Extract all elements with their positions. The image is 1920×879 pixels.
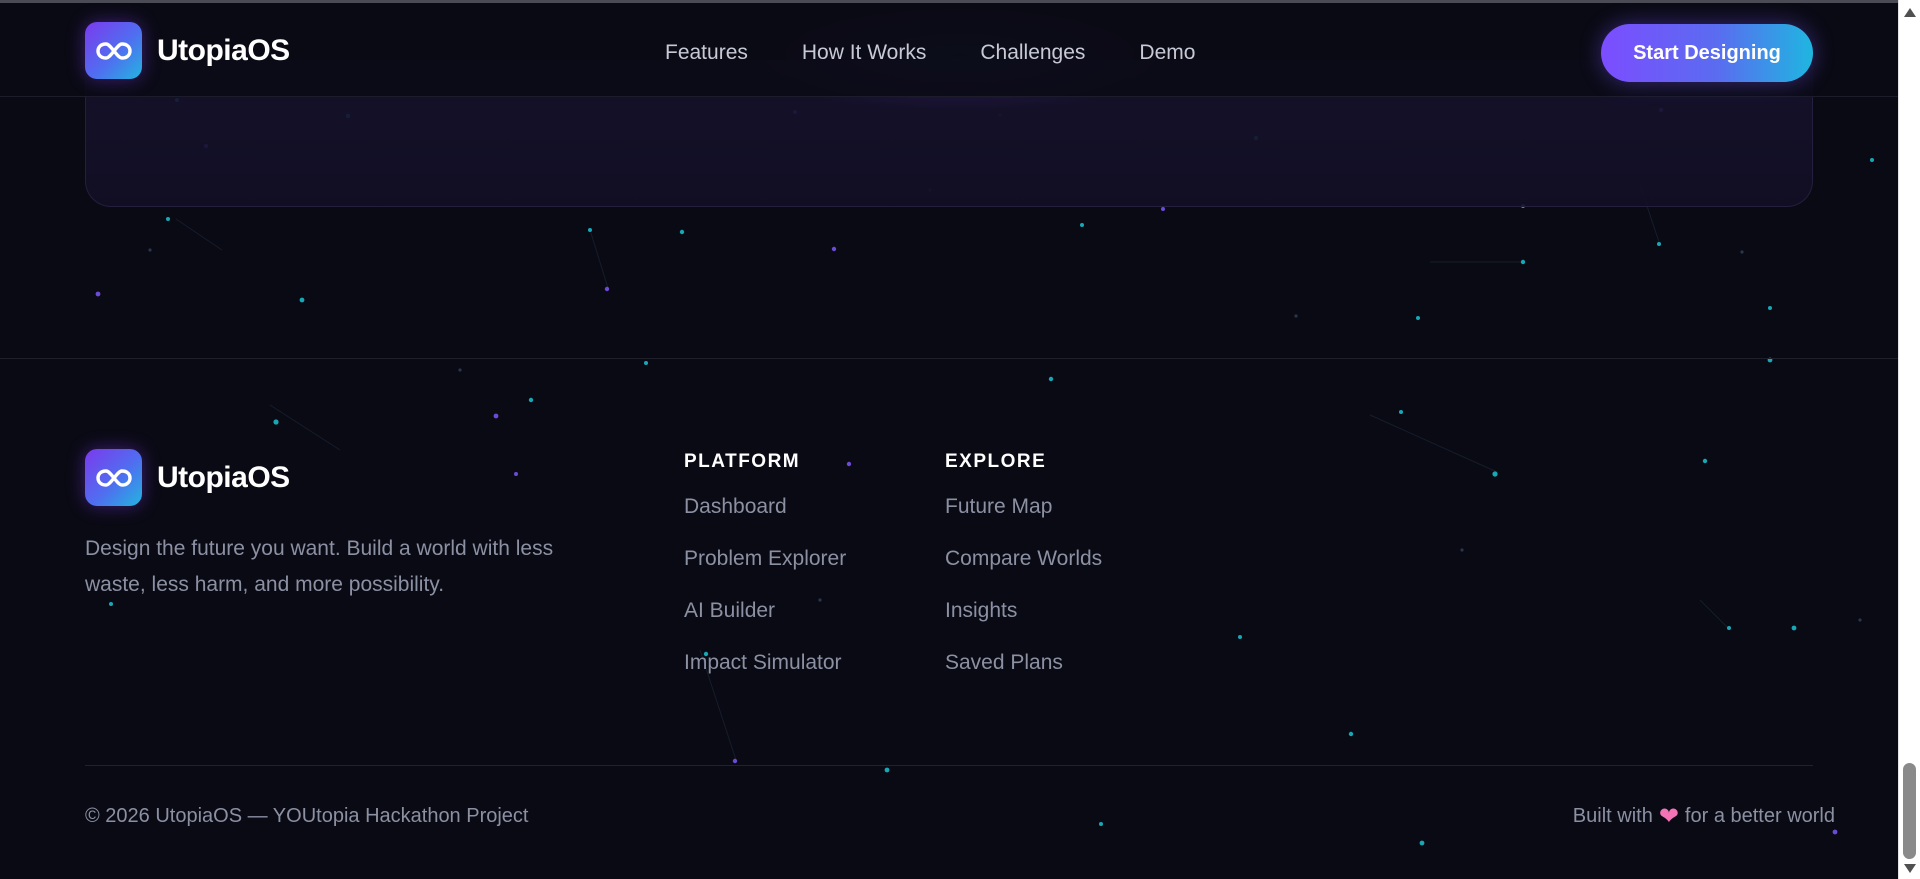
footer-brand[interactable]: UtopiaOS bbox=[85, 449, 290, 506]
scroll-up-arrow-icon[interactable] bbox=[1904, 8, 1916, 17]
footer-link-ai-builder[interactable]: AI Builder bbox=[684, 599, 775, 622]
nav-demo[interactable]: Demo bbox=[1139, 41, 1195, 65]
footer-link-problem-explorer[interactable]: Problem Explorer bbox=[684, 547, 846, 570]
footer-link-future-map[interactable]: Future Map bbox=[945, 495, 1052, 518]
top-navigation-bar: UtopiaOS Features How It Works Challenge… bbox=[0, 3, 1898, 97]
nav-challenges[interactable]: Challenges bbox=[980, 41, 1085, 65]
footer-brand-name: UtopiaOS bbox=[157, 460, 290, 494]
header-brand[interactable]: UtopiaOS bbox=[85, 22, 290, 79]
built-with-suffix: for a better world bbox=[1684, 805, 1835, 827]
vertical-scrollbar[interactable] bbox=[1898, 0, 1920, 879]
footer-link-impact-simulator[interactable]: Impact Simulator bbox=[684, 651, 842, 674]
main-nav: Features How It Works Challenges Demo bbox=[665, 41, 1195, 65]
infinity-icon bbox=[85, 22, 142, 79]
footer-link-insights[interactable]: Insights bbox=[945, 599, 1017, 622]
built-with-prefix: Built with bbox=[1572, 805, 1653, 827]
footer-divider bbox=[85, 765, 1813, 766]
footer-link-saved-plans[interactable]: Saved Plans bbox=[945, 651, 1063, 674]
heart-icon: ❤ bbox=[1658, 802, 1679, 830]
footer-link-dashboard[interactable]: Dashboard bbox=[684, 495, 787, 518]
nav-features[interactable]: Features bbox=[665, 41, 748, 65]
section-divider bbox=[0, 358, 1898, 359]
brand-name: UtopiaOS bbox=[157, 33, 290, 67]
window-top-border bbox=[0, 0, 1898, 3]
footer-tagline: Design the future you want. Build a worl… bbox=[85, 537, 554, 596]
footer-column-explore: EXPLORE Future Map Compare Worlds Insigh… bbox=[945, 451, 1102, 703]
infinity-icon bbox=[85, 449, 142, 506]
footer-link-compare-worlds[interactable]: Compare Worlds bbox=[945, 547, 1102, 570]
footer-column-title: PLATFORM bbox=[684, 451, 801, 472]
built-with-note: Built with ❤ for a better world bbox=[1572, 802, 1835, 830]
footer-column-platform: PLATFORM Dashboard Problem Explorer AI B… bbox=[684, 451, 846, 703]
scroll-down-arrow-icon[interactable] bbox=[1904, 864, 1916, 873]
footer-column-title: EXPLORE bbox=[945, 451, 1047, 472]
nav-how-it-works[interactable]: How It Works bbox=[802, 41, 926, 65]
scrollbar-thumb[interactable] bbox=[1903, 763, 1916, 859]
copyright-text: © 2026 UtopiaOS — YOUtopia Hackathon Pro… bbox=[85, 805, 529, 827]
start-designing-button[interactable]: Start Designing bbox=[1601, 24, 1813, 82]
